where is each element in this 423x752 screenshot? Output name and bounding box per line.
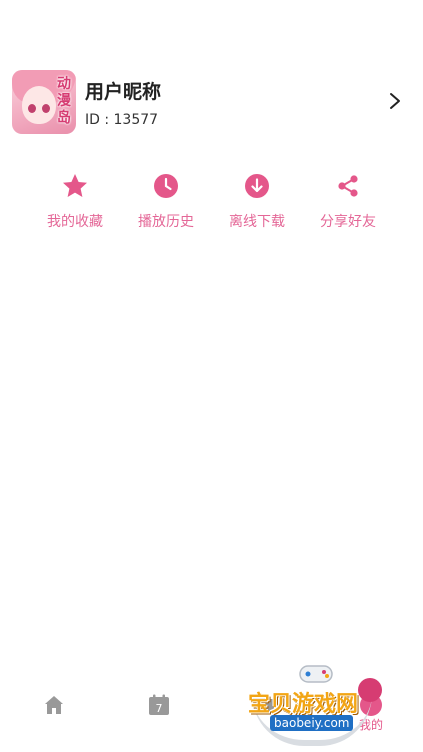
profile-header[interactable]: 动漫岛 用户昵称 ID : 13577 [12,70,412,136]
favorites-button[interactable]: 我的收藏 [29,172,121,236]
tab-home[interactable] [29,680,79,732]
watermark-url: baobeiy.com [270,715,354,731]
watermark-overlay: 宝贝游戏网 baobeiy.com [244,660,394,748]
calendar-day-number: 7 [156,702,163,715]
history-label: 播放历史 [138,214,194,230]
gamepad-icon [299,665,333,683]
calendar-icon: 7 [149,694,169,715]
chevron-right-icon[interactable] [386,92,404,110]
download-button[interactable]: 离线下载 [211,172,303,236]
quick-actions: 我的收藏 播放历史 离线下载 分享好友 [0,172,423,236]
home-icon [45,696,63,714]
watermark-title: 宝贝游戏网 [248,692,359,717]
avatar: 动漫岛 [12,70,76,134]
share-label: 分享好友 [320,214,376,230]
star-icon [63,174,87,197]
favorites-label: 我的收藏 [47,214,103,230]
share-button[interactable]: 分享好友 [302,172,394,236]
share-icon [338,175,358,197]
user-id: ID : 13577 [85,112,159,128]
avatar-eye [42,104,50,113]
avatar-face [22,86,56,124]
nickname: 用户昵称 [85,81,162,103]
watermark-badge [358,678,382,702]
download-label: 离线下载 [229,214,285,230]
avatar-eye [28,104,36,113]
history-button[interactable]: 播放历史 [120,172,212,236]
avatar-logo-text: 动漫岛 [57,76,71,126]
tab-calendar[interactable]: 7 [134,680,184,732]
download-icon [245,174,269,198]
clock-icon [154,174,178,198]
